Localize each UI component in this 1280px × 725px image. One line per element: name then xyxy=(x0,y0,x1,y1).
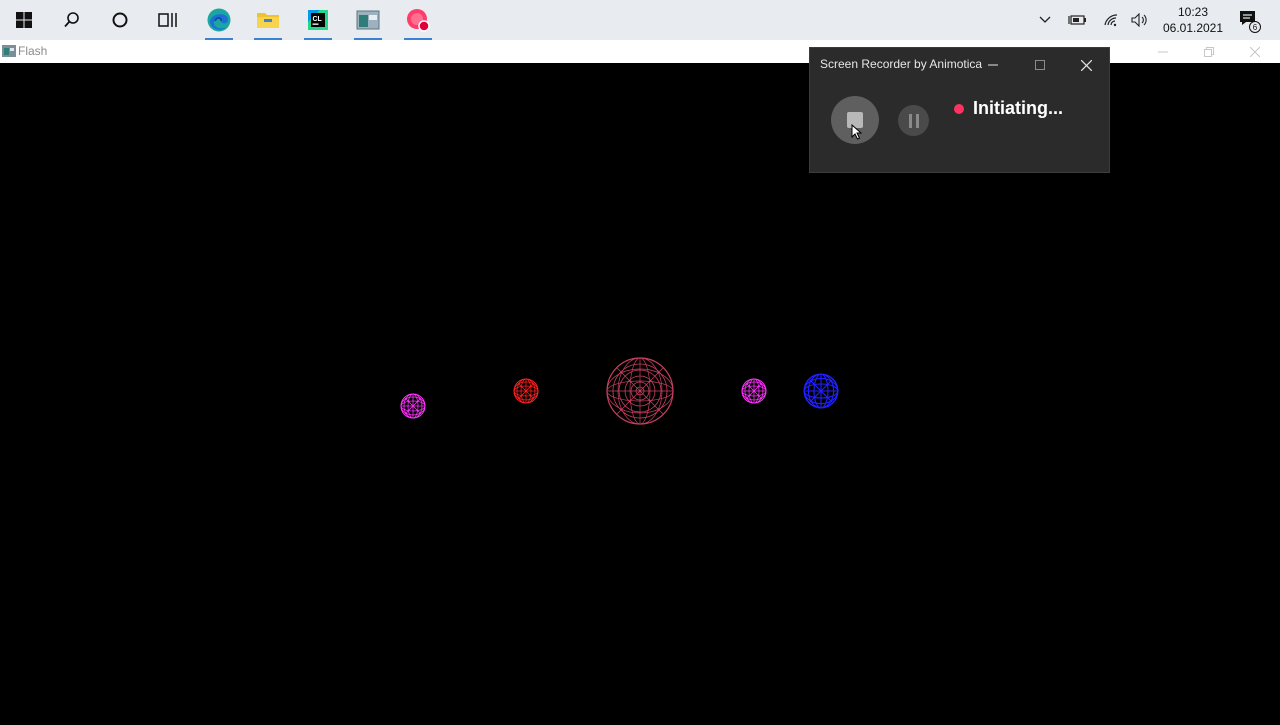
action-center-button[interactable]: 6 xyxy=(1234,0,1264,40)
clock-time: 10:23 xyxy=(1177,5,1209,19)
flash-app-icon xyxy=(2,45,16,57)
file-explorer-button[interactable] xyxy=(244,0,292,40)
cortana-button[interactable] xyxy=(96,0,144,40)
search-button[interactable] xyxy=(48,0,96,40)
maximize-icon xyxy=(1035,60,1045,70)
planet-red xyxy=(513,378,539,404)
close-icon xyxy=(1080,59,1092,71)
minimize-icon xyxy=(988,64,998,66)
folder-icon xyxy=(257,13,279,28)
recording-indicator-dot xyxy=(954,104,964,114)
restore-icon xyxy=(1204,46,1214,57)
screen-recorder-icon xyxy=(407,9,430,32)
recorder-maximize-button[interactable] xyxy=(1023,52,1057,78)
app-window-button[interactable] xyxy=(344,0,392,40)
flash-restore-button[interactable] xyxy=(1186,40,1232,63)
battery-icon xyxy=(1068,15,1086,25)
screen-recorder-app-button[interactable] xyxy=(394,0,442,40)
screen-recorder-window: Screen Recorder by Animotica Initiating.… xyxy=(809,47,1110,173)
chevron-up-icon xyxy=(1039,16,1051,23)
planet-magenta-left xyxy=(400,393,426,419)
notification-count-badge: 6 xyxy=(1253,23,1258,32)
flash-minimize-button[interactable] xyxy=(1140,40,1186,63)
recorder-close-button[interactable] xyxy=(1069,52,1103,78)
taskbar: CL 10:23 06.01.2021 6 xyxy=(0,0,1280,40)
volume-tray-button[interactable] xyxy=(1128,0,1152,40)
pause-recording-button[interactable] xyxy=(898,105,929,136)
flash-window-title: Flash xyxy=(18,44,48,58)
recorder-title: Screen Recorder by Animotica xyxy=(820,57,983,71)
sun-sphere xyxy=(606,357,674,425)
svg-text:CL: CL xyxy=(313,16,323,23)
close-icon xyxy=(1250,46,1260,57)
notification-icon: 6 xyxy=(1240,11,1261,33)
edge-icon xyxy=(207,8,231,32)
clock-date: 06.01.2021 xyxy=(1162,21,1224,35)
app-window-icon xyxy=(356,10,380,30)
network-tray-button[interactable] xyxy=(1098,0,1124,40)
clion-icon: CL xyxy=(308,10,328,30)
clion-button[interactable]: CL xyxy=(294,0,342,40)
flash-close-button[interactable] xyxy=(1232,40,1278,63)
task-view-icon xyxy=(158,13,177,27)
windows-logo-icon xyxy=(16,12,32,28)
cortana-icon xyxy=(112,12,128,28)
recording-status: Initiating... xyxy=(973,98,1063,118)
speaker-icon xyxy=(1131,13,1147,27)
planet-blue xyxy=(803,373,839,409)
recorder-minimize-button[interactable] xyxy=(976,52,1010,78)
planet-magenta-right xyxy=(741,378,767,404)
task-view-button[interactable] xyxy=(144,0,192,40)
mouse-cursor-icon xyxy=(851,124,863,140)
start-button[interactable] xyxy=(0,0,48,40)
show-hidden-icons-button[interactable] xyxy=(1034,0,1056,40)
battery-tray-button[interactable] xyxy=(1064,0,1090,40)
edge-app-button[interactable] xyxy=(195,0,243,40)
pause-icon xyxy=(908,113,919,128)
minimize-icon xyxy=(1158,51,1168,52)
wifi-icon xyxy=(1104,14,1118,27)
clock[interactable]: 10:23 06.01.2021 xyxy=(1158,4,1228,36)
search-icon xyxy=(64,12,79,28)
